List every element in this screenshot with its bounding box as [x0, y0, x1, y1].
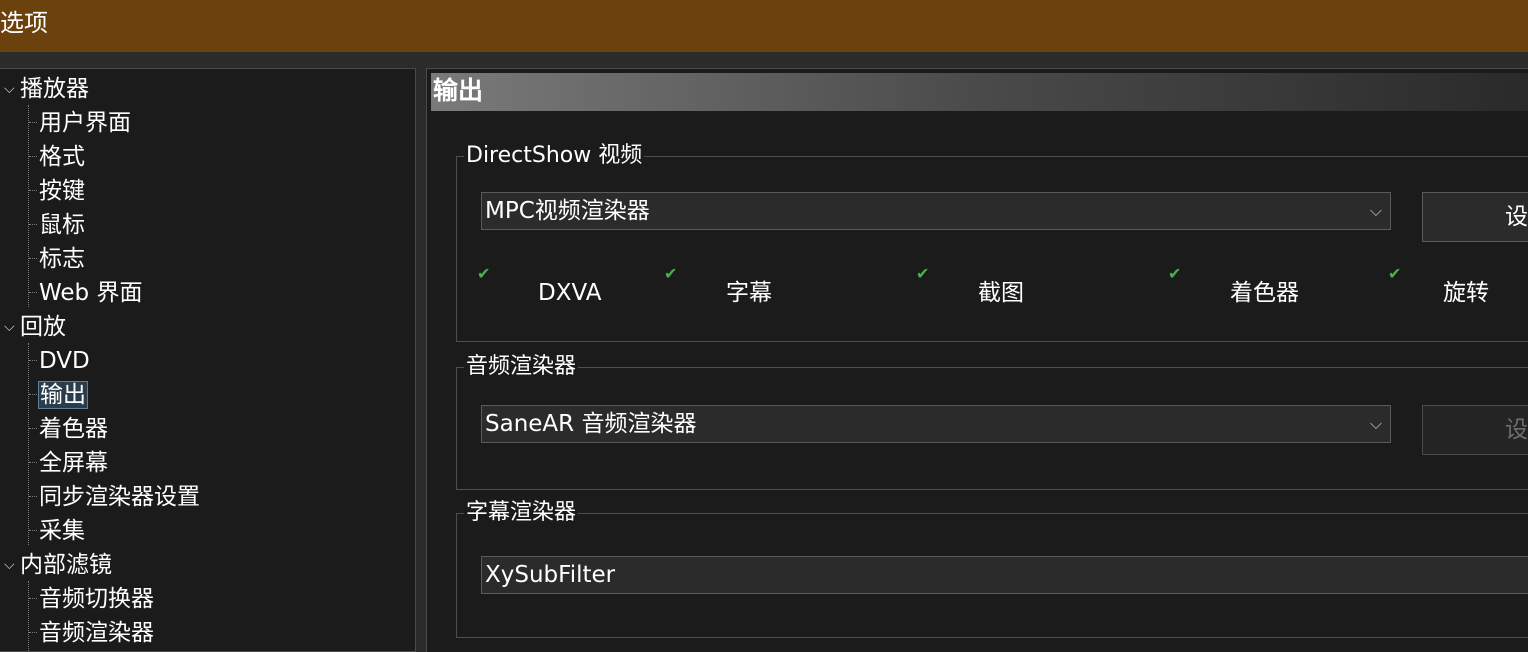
tree-item-player[interactable]: 播放器: [20, 73, 89, 105]
checkmark-icon: ✔: [1168, 264, 1182, 283]
title-bar: 选项: [0, 0, 1528, 52]
tree-item-label: 按键: [39, 178, 85, 204]
options-page: 输出 DirectShow 视频 MPC视频渲染器 ⌵ 设 ✔ DXVA ✔ 字…: [426, 68, 1528, 652]
tree-item-label: 全屏幕: [39, 450, 108, 476]
options-tree[interactable]: ⌵ 播放器 用户界面 格式 按键 鼠标 标志 Web 界面 ⌵ 回放 DVD 输…: [0, 68, 416, 652]
tree-item-internal-filters[interactable]: 内部滤镜: [20, 549, 112, 581]
tree-item-label: 输出: [38, 381, 88, 409]
tree-item-sync-renderer[interactable]: 同步渲染器设置: [39, 481, 200, 513]
selected-value: MPC视频渲染器: [485, 198, 650, 224]
tree-connector: [29, 598, 37, 599]
chevron-down-icon: ⌵: [1369, 201, 1382, 220]
tree-item-formats[interactable]: 格式: [39, 141, 85, 173]
tree-connector: [29, 462, 37, 463]
tree-item-label: DVD: [39, 348, 90, 374]
subtitle-renderer-select[interactable]: XySubFilter: [481, 556, 1528, 594]
chevron-down-icon[interactable]: ⌵: [4, 549, 15, 581]
tree-connector: [29, 292, 37, 293]
selected-value: XySubFilter: [485, 562, 616, 588]
group-legend: 字幕渲染器: [464, 498, 579, 528]
tree-item-mouse[interactable]: 鼠标: [39, 209, 85, 241]
tree-item-keys[interactable]: 按键: [39, 175, 85, 207]
tree-item-capture[interactable]: 采集: [39, 515, 85, 547]
checkmark-icon: ✔: [1388, 264, 1402, 283]
tree-connector: [28, 581, 29, 651]
feature-subtitles: ✔ 字幕: [664, 265, 772, 309]
group-legend: DirectShow 视频: [464, 141, 645, 171]
tree-connector: [28, 105, 29, 307]
checkmark-icon: ✔: [477, 264, 491, 283]
group-legend: 音频渲染器: [464, 352, 579, 382]
tree-connector: [29, 496, 37, 497]
chevron-down-icon[interactable]: ⌵: [4, 73, 15, 105]
tree-item-output[interactable]: 输出: [38, 379, 88, 411]
feature-screenshot: ✔ 截图: [916, 265, 1024, 309]
feature-label: 着色器: [1230, 280, 1299, 306]
feature-shaders: ✔ 着色器: [1168, 265, 1299, 309]
tree-connector: [29, 428, 37, 429]
audio-renderer-select[interactable]: SaneAR 音频渲染器 ⌵: [481, 405, 1391, 443]
tree-connector: [29, 258, 37, 259]
tree-connector: [29, 156, 37, 157]
video-renderer-select[interactable]: MPC视频渲染器 ⌵: [481, 192, 1391, 230]
checkmark-icon: ✔: [916, 264, 930, 283]
feature-rotation: ✔ 旋转: [1388, 265, 1489, 309]
feature-dxva: ✔ DXVA: [477, 265, 602, 309]
tree-connector: [29, 530, 37, 531]
tree-connector: [29, 394, 37, 395]
tree-item-web-interface[interactable]: Web 界面: [39, 277, 142, 309]
video-settings-button[interactable]: 设: [1422, 192, 1528, 242]
directshow-video-group: DirectShow 视频 MPC视频渲染器 ⌵ 设 ✔ DXVA ✔ 字幕 ✔…: [456, 141, 1528, 342]
tree-item-audio-renderer[interactable]: 音频渲染器: [39, 617, 154, 649]
tree-item-label: 回放: [20, 314, 66, 340]
tree-item-label: 着色器: [39, 416, 108, 442]
tree-connector: [29, 224, 37, 225]
tree-item-label: 标志: [39, 246, 85, 272]
selected-value: SaneAR 音频渲染器: [485, 411, 697, 437]
tree-item-label: 格式: [39, 144, 85, 170]
tree-item-audio-switcher[interactable]: 音频切换器: [39, 583, 154, 615]
feature-label: 截图: [978, 280, 1024, 306]
window-title: 选项: [0, 9, 48, 37]
audio-renderer-group: 音频渲染器 SaneAR 音频渲染器 ⌵ 设: [456, 352, 1528, 490]
tree-item-label: 音频切换器: [39, 586, 154, 612]
feature-label: DXVA: [538, 280, 602, 306]
audio-settings-button[interactable]: 设: [1422, 405, 1528, 455]
tree-item-label: 播放器: [20, 76, 89, 102]
tree-item-label: 采集: [39, 518, 85, 544]
checkmark-icon: ✔: [664, 264, 678, 283]
tree-connector: [28, 343, 29, 545]
page-header: 输出: [431, 73, 1528, 111]
tree-item-dvd[interactable]: DVD: [39, 345, 90, 377]
tree-connector: [29, 632, 37, 633]
feature-label: 旋转: [1443, 280, 1489, 306]
feature-label: 字幕: [726, 280, 772, 306]
chevron-down-icon: ⌵: [1369, 414, 1382, 433]
subtitle-renderer-group: 字幕渲染器 XySubFilter: [456, 498, 1528, 638]
tree-item-shaders[interactable]: 着色器: [39, 413, 108, 445]
tree-item-playback[interactable]: 回放: [20, 311, 66, 343]
tree-item-user-interface[interactable]: 用户界面: [39, 107, 131, 139]
tree-connector: [29, 122, 37, 123]
tree-item-fullscreen[interactable]: 全屏幕: [39, 447, 108, 479]
tree-item-label: 用户界面: [39, 110, 131, 136]
tree-connector: [29, 360, 37, 361]
tree-item-label: 鼠标: [39, 212, 85, 238]
tree-item-label: 内部滤镜: [20, 552, 112, 578]
button-label: 设: [1505, 417, 1528, 443]
tree-item-logo[interactable]: 标志: [39, 243, 85, 275]
tree-item-label: 音频渲染器: [39, 620, 154, 646]
button-label: 设: [1505, 204, 1528, 230]
tree-connector: [29, 190, 37, 191]
page-title: 输出: [433, 76, 484, 105]
chevron-down-icon[interactable]: ⌵: [4, 311, 15, 343]
tree-item-label: Web 界面: [39, 280, 143, 306]
tree-item-label: 同步渲染器设置: [39, 484, 200, 510]
